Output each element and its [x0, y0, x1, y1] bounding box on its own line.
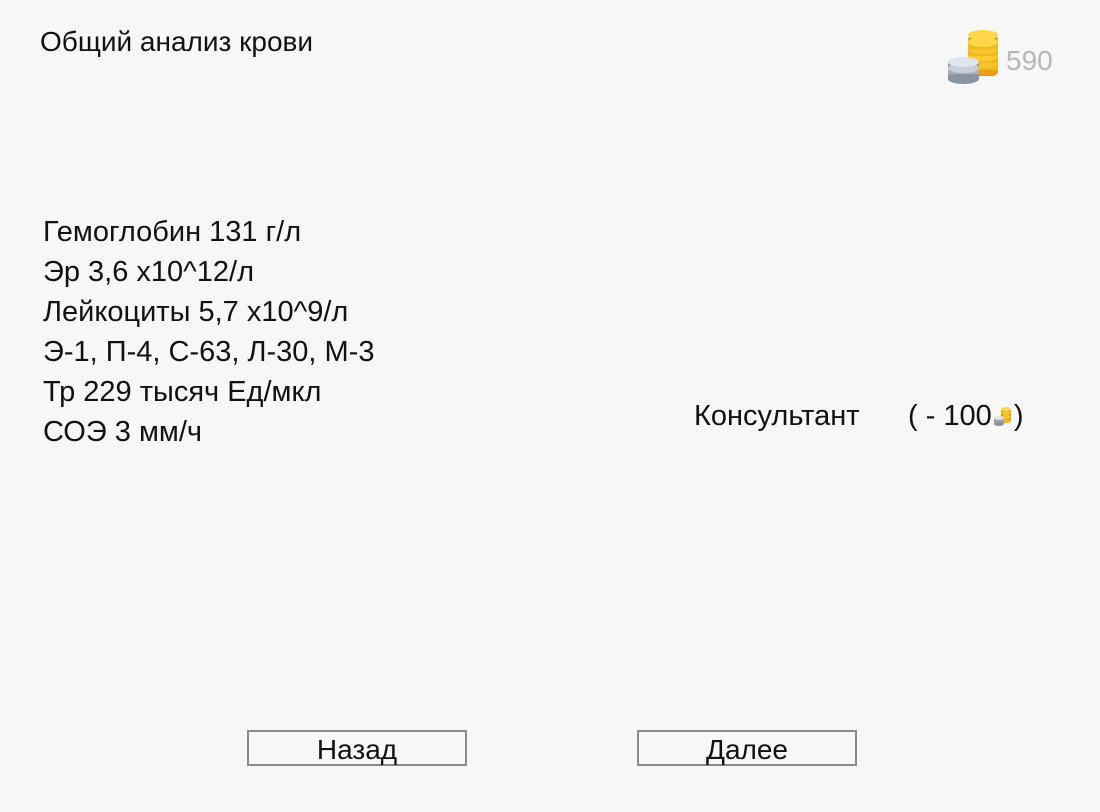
consultant-cost-close: ): [1013, 400, 1024, 432]
result-leukocyte-formula: Э-1, П-4, С-63, Л-30, М-3: [43, 336, 375, 368]
consultant-button[interactable]: Консультант ( - 100 ): [694, 397, 1054, 435]
consultant-label: Консультант: [694, 400, 860, 432]
back-button[interactable]: Назад: [247, 730, 467, 766]
coin-balance: 590: [946, 28, 1076, 84]
next-button[interactable]: Далее: [637, 730, 857, 766]
result-platelets: Тр 229 тысяч Ед/мкл: [43, 376, 322, 408]
result-leukocytes: Лейкоциты 5,7 х10^9/л: [43, 296, 349, 328]
blood-test-results: Гемоглобин 131 г/л Эр 3,6 х10^12/л Лейко…: [43, 212, 374, 452]
consultant-cost-value: ( - 100: [908, 400, 992, 432]
coins-icon: [993, 407, 1011, 426]
consultant-cost: ( - 100 ): [908, 397, 1024, 435]
coins-stack-icon: [948, 30, 998, 84]
page-title: Общий анализ крови: [40, 26, 314, 57]
result-esr: СОЭ 3 мм/ч: [43, 416, 202, 448]
coin-balance-value: 590: [1006, 45, 1053, 76]
result-hemoglobin: Гемоглобин 131 г/л: [43, 216, 302, 248]
result-erythrocytes: Эр 3,6 х10^12/л: [43, 256, 255, 288]
